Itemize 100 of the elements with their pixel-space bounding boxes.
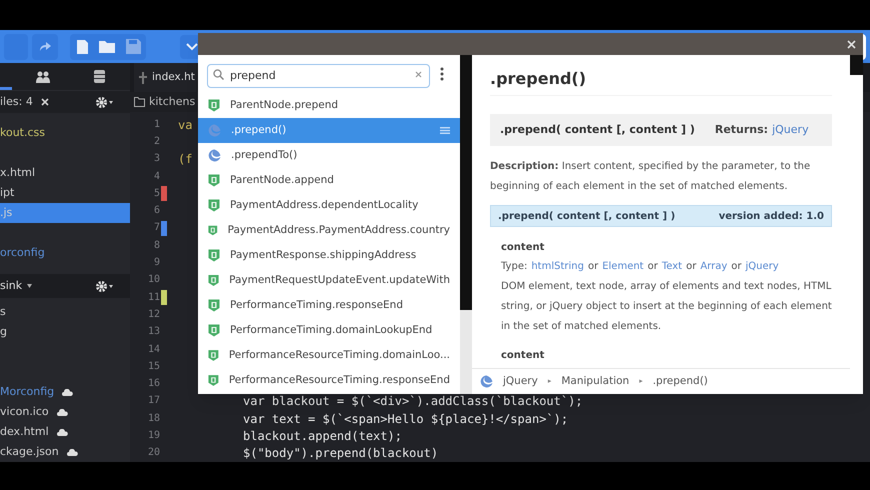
shield-icon (208, 274, 220, 287)
editor-tab[interactable]: index.ht (134, 63, 197, 92)
shield-icon (208, 224, 218, 237)
file-item[interactable]: s (0, 302, 130, 322)
result-item[interactable]: ParentNode.append (198, 168, 460, 193)
gear-icon[interactable] (96, 280, 114, 292)
type-link[interactable]: Text (662, 257, 682, 277)
line-number: 8 (152, 240, 160, 251)
shield-icon (208, 299, 220, 312)
people-icon[interactable] (36, 70, 50, 83)
type-link[interactable]: jQuery (745, 257, 779, 277)
swirl-icon (208, 149, 221, 162)
type-link[interactable]: htmlString (531, 257, 584, 277)
parameter-name: content (501, 349, 546, 363)
doc-title: .prepend() (490, 67, 832, 96)
shield-icon (208, 249, 220, 262)
line-number: 9 (152, 258, 160, 268)
type-link[interactable]: Element (602, 257, 644, 277)
shield-icon (208, 199, 220, 212)
parameter-name: content (501, 241, 546, 255)
breadcrumb-text[interactable]: kitchens (149, 94, 196, 110)
breadcrumb-link[interactable]: .prepend() (652, 374, 708, 390)
code-line: (f (178, 151, 192, 168)
swirl-icon (208, 124, 221, 137)
or-text: or (648, 260, 658, 274)
project-name[interactable]: sink (0, 278, 22, 294)
line-number: 13 (146, 327, 160, 338)
code-line: $("body").prepend(blackout) (243, 445, 438, 462)
file-item[interactable]: ckage.json (0, 442, 130, 462)
parameter-description: DOM element, text node, array of elements and text nodes, HTML string, or jQuery object to insert at the beginning of each element in the set of matched elements. (501, 280, 832, 334)
line-number: 3 (152, 154, 160, 164)
description-text: Description: Insert content, specified by the parameter, to the beginning of each element in the set of matched elements. (490, 160, 812, 194)
code-line: blackout.append(text); (243, 428, 402, 446)
shield-icon (208, 99, 220, 112)
line-number: 10 (146, 275, 160, 286)
scrollbar[interactable] (460, 55, 472, 394)
file-item[interactable]: x.html (0, 163, 130, 183)
or-text: or (588, 260, 598, 274)
gear-icon[interactable] (96, 96, 114, 108)
type-link[interactable]: Array (700, 257, 728, 277)
version-signature: .prepend( content [, content ] ) (498, 210, 676, 224)
file-item[interactable]: dex.html (0, 422, 130, 442)
file-item[interactable]: vicon.ico (0, 402, 130, 422)
line-number: 1 (152, 120, 160, 130)
file-item[interactable]: Morconfig (0, 382, 130, 402)
save-icon (126, 39, 140, 54)
close-icon (846, 40, 856, 48)
version-added: version added: 1.0 (718, 210, 824, 224)
line-number: 2 (152, 137, 160, 147)
clear-icon[interactable] (415, 71, 422, 78)
line-number: 6 (152, 206, 160, 216)
redo-icon (38, 40, 52, 52)
new-file-icon (76, 38, 88, 54)
type-label: Type: (501, 260, 528, 274)
line-number: 14 (146, 344, 160, 355)
line-number: 17 (146, 396, 160, 406)
result-item[interactable]: PerformanceResourceTiming.responseEnd (198, 368, 460, 393)
line-number: 19 (146, 431, 160, 442)
file-item[interactable]: kout.css (0, 123, 130, 143)
line-number: 12 (146, 310, 160, 320)
line-number: 18 (146, 414, 160, 424)
menu-icon (440, 127, 450, 134)
kebab-menu-icon[interactable] (440, 67, 444, 81)
close-icon[interactable] (40, 98, 49, 106)
result-item[interactable]: PerformanceResourceTiming.domainLoo... (198, 343, 460, 368)
search-field[interactable]: prepend (207, 64, 430, 88)
result-item[interactable]: PerformanceTiming.responseEnd (198, 293, 460, 318)
shield-icon (208, 324, 220, 337)
close-button[interactable] (845, 38, 857, 50)
file-item[interactable]: orconfig (0, 243, 130, 263)
database-icon[interactable] (94, 70, 105, 84)
redo-button[interactable] (32, 34, 58, 60)
swirl-icon (480, 375, 493, 388)
line-number: 5 (152, 188, 160, 199)
code-line: var text = $(`<span>Hello ${place}!</span>`); (243, 410, 568, 428)
result-item[interactable]: PaymentResponse.shippingAddress (198, 243, 460, 268)
line-number: 4 (152, 172, 160, 182)
or-text: or (731, 260, 742, 274)
line-number: 7 (152, 223, 160, 234)
shield-icon (208, 349, 219, 362)
scrollbar-thumb[interactable] (850, 55, 863, 75)
result-item[interactable]: .prependTo() (198, 143, 460, 168)
breadcrumb-link[interactable]: Manipulation (561, 374, 630, 390)
returns-link[interactable]: jQuery (772, 122, 809, 138)
folder-icon (134, 97, 145, 108)
result-item[interactable]: PaymentRequestUpdateEvent.updateWith (198, 268, 460, 293)
line-number: 15 (146, 362, 160, 372)
shield-icon (208, 374, 219, 387)
result-item[interactable]: PerformanceTiming.domainLookupEnd (198, 318, 460, 343)
file-item[interactable]: g (0, 322, 130, 342)
breadcrumb-link[interactable]: jQuery (503, 374, 538, 390)
result-item[interactable]: ParentNode.prepend (198, 93, 460, 118)
scrollbar-thumb[interactable] (460, 55, 472, 310)
search-icon (213, 69, 224, 80)
caret-icon (27, 284, 32, 288)
line-number: 20 (146, 448, 160, 458)
result-item[interactable]: PaymentAddress.PaymentAddress.country (198, 218, 460, 243)
result-item[interactable]: PaymentAddress.dependentLocality (198, 193, 460, 218)
shield-icon (208, 174, 220, 187)
file-item[interactable]: ipt (0, 183, 130, 203)
